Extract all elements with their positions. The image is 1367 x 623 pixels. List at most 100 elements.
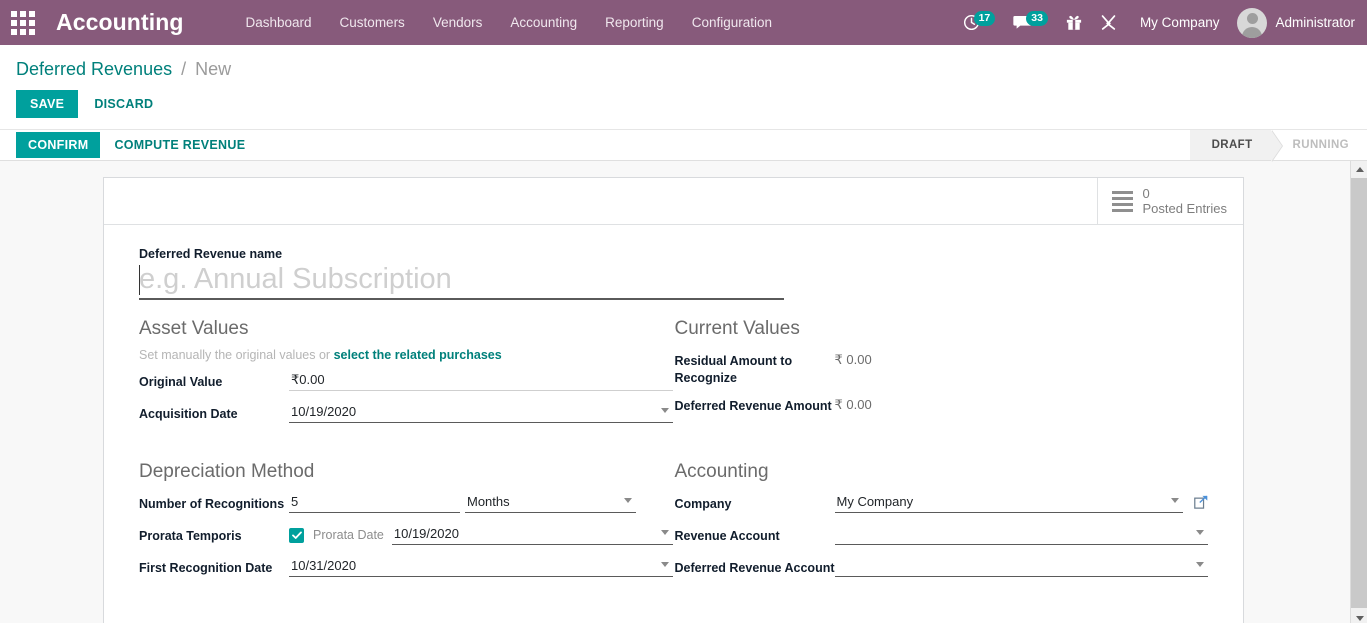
avatar xyxy=(1237,8,1267,38)
breadcrumb: Deferred Revenues / New xyxy=(16,45,1351,81)
vertical-scrollbar[interactable] xyxy=(1350,161,1367,623)
menu-item-vendors[interactable]: Vendors xyxy=(419,2,497,43)
company-input[interactable] xyxy=(835,491,1184,513)
stat-button-box: 0 Posted Entries xyxy=(104,178,1243,225)
top-navbar: Accounting Dashboard Customers Vendors A… xyxy=(0,0,1367,45)
gift-icon xyxy=(1066,14,1082,31)
residual-amount-row: Residual Amount to Recognize ₹ 0.00 xyxy=(675,348,1209,387)
first-recognition-date-label: First Recognition Date xyxy=(139,555,289,577)
debug-menu[interactable] xyxy=(1091,0,1126,45)
posted-entries-stat-button[interactable]: 0 Posted Entries xyxy=(1097,178,1243,224)
app-brand-title: Accounting xyxy=(56,9,184,36)
discard-button[interactable]: DISCARD xyxy=(78,90,169,118)
menu-item-customers[interactable]: Customers xyxy=(326,2,419,43)
acquisition-date-input[interactable] xyxy=(289,401,673,423)
user-menu[interactable]: Administrator xyxy=(1233,8,1355,38)
depreciation-method-title: Depreciation Method xyxy=(139,461,673,485)
sheet-body: Deferred Revenue name Asset Values Set m… xyxy=(104,225,1243,613)
text-caret xyxy=(139,265,140,295)
scroll-down-button[interactable] xyxy=(1351,610,1367,623)
number-of-recognitions-row: Number of Recognitions xyxy=(139,491,673,517)
gift-menu[interactable] xyxy=(1057,0,1091,45)
deferred-revenue-name-wrap xyxy=(139,263,784,300)
asset-values-title: Asset Values xyxy=(139,318,673,342)
messages-count-badge: 33 xyxy=(1026,11,1048,26)
activities-menu[interactable]: 17 xyxy=(954,0,1005,45)
list-lines-icon xyxy=(1112,191,1133,212)
current-values-group: Current Values Residual Amount to Recogn… xyxy=(675,318,1209,433)
prorata-temporis-checkbox[interactable] xyxy=(289,528,304,543)
chevron-up-icon xyxy=(1356,167,1364,172)
prorata-temporis-row: Prorata Temporis Prorata Date xyxy=(139,523,673,549)
original-value-input[interactable] xyxy=(289,369,673,391)
deferred-revenue-amount-label: Deferred Revenue Amount xyxy=(675,393,835,415)
external-link-icon[interactable] xyxy=(1194,495,1208,514)
breadcrumb-root[interactable]: Deferred Revenues xyxy=(16,59,172,79)
recognition-period-select[interactable] xyxy=(465,491,636,513)
depreciation-method-group: Depreciation Method Number of Recognitio… xyxy=(139,461,673,587)
menu-item-dashboard[interactable]: Dashboard xyxy=(232,2,326,43)
accounting-group: Accounting Company xyxy=(675,461,1209,587)
residual-amount-label: Residual Amount to Recognize xyxy=(675,348,835,387)
compute-revenue-button[interactable]: COMPUTE REVENUE xyxy=(100,132,259,158)
prorata-date-label: Prorata Date xyxy=(313,523,384,542)
group-row-1: Asset Values Set manually the original v… xyxy=(139,318,1208,433)
posted-entries-count: 0 xyxy=(1142,186,1227,201)
wrench-tools-icon xyxy=(1100,14,1117,31)
menu-item-accounting[interactable]: Accounting xyxy=(496,2,591,43)
accounting-title: Accounting xyxy=(675,461,1209,485)
current-values-title: Current Values xyxy=(675,318,1209,342)
company-switcher[interactable]: My Company xyxy=(1126,15,1234,30)
systray: 17 33 xyxy=(954,0,1367,45)
company-row: Company xyxy=(675,491,1209,517)
confirm-button[interactable]: CONFIRM xyxy=(16,132,100,158)
deferred-revenue-account-input[interactable] xyxy=(835,555,1209,577)
messages-menu[interactable]: 33 xyxy=(1004,0,1057,45)
form-sheet: 0 Posted Entries Deferred Revenue name xyxy=(103,177,1244,623)
content-area: 0 Posted Entries Deferred Revenue name xyxy=(0,161,1367,623)
control-panel-buttons: SAVE DISCARD xyxy=(16,81,1351,129)
first-recognition-date-row: First Recognition Date xyxy=(139,555,673,581)
asset-values-hint-text: Set manually the original values or xyxy=(139,348,334,362)
title-field-group: Deferred Revenue name xyxy=(139,247,1208,300)
revenue-account-label: Revenue Account xyxy=(675,523,835,545)
control-panel: Deferred Revenues / New SAVE DISCARD xyxy=(0,45,1367,129)
deferred-revenue-name-input[interactable] xyxy=(139,263,784,296)
deferred-revenue-amount-row: Deferred Revenue Amount ₹ 0.00 xyxy=(675,393,1209,419)
stage-draft[interactable]: DRAFT xyxy=(1190,130,1271,160)
acquisition-date-row: Acquisition Date xyxy=(139,401,673,427)
save-button[interactable]: SAVE xyxy=(16,90,78,118)
deferred-revenue-amount-value: ₹ 0.00 xyxy=(835,393,872,413)
scrollbar-thumb[interactable] xyxy=(1351,178,1367,608)
prorata-date-input[interactable] xyxy=(392,523,673,545)
number-of-recognitions-input[interactable] xyxy=(289,491,460,513)
statusbar-row: CONFIRM COMPUTE REVENUE DRAFT RUNNING xyxy=(0,129,1367,161)
original-value-label: Original Value xyxy=(139,369,289,391)
menu-item-reporting[interactable]: Reporting xyxy=(591,2,678,43)
stage-running[interactable]: RUNNING xyxy=(1271,130,1367,160)
activities-count-badge: 17 xyxy=(974,11,996,26)
deferred-revenue-account-label: Deferred Revenue Account xyxy=(675,555,835,577)
company-label: Company xyxy=(675,491,835,513)
revenue-account-input[interactable] xyxy=(835,523,1209,545)
asset-values-group: Asset Values Set manually the original v… xyxy=(139,318,673,433)
group-row-2: Depreciation Method Number of Recognitio… xyxy=(139,461,1208,587)
apps-grid-icon[interactable] xyxy=(0,0,46,45)
breadcrumb-current: New xyxy=(195,59,231,79)
original-value-row: Original Value xyxy=(139,369,673,395)
posted-entries-label: Posted Entries xyxy=(1142,201,1227,216)
form-scroll-pane: 0 Posted Entries Deferred Revenue name xyxy=(0,161,1350,623)
first-recognition-date-input[interactable] xyxy=(289,555,673,577)
select-related-purchases-link[interactable]: select the related purchases xyxy=(334,348,502,362)
deferred-revenue-name-label: Deferred Revenue name xyxy=(139,247,1208,261)
user-name-label: Administrator xyxy=(1275,15,1355,30)
deferred-revenue-account-row: Deferred Revenue Account xyxy=(675,555,1209,581)
asset-values-hint: Set manually the original values or sele… xyxy=(139,348,673,362)
scroll-up-button[interactable] xyxy=(1351,161,1367,178)
menu-item-configuration[interactable]: Configuration xyxy=(678,2,786,43)
prorata-temporis-label: Prorata Temporis xyxy=(139,523,289,545)
acquisition-date-label: Acquisition Date xyxy=(139,401,289,423)
statusbar-actions: CONFIRM COMPUTE REVENUE xyxy=(0,130,259,160)
main-menu: Dashboard Customers Vendors Accounting R… xyxy=(232,2,787,43)
residual-amount-value: ₹ 0.00 xyxy=(835,348,872,368)
